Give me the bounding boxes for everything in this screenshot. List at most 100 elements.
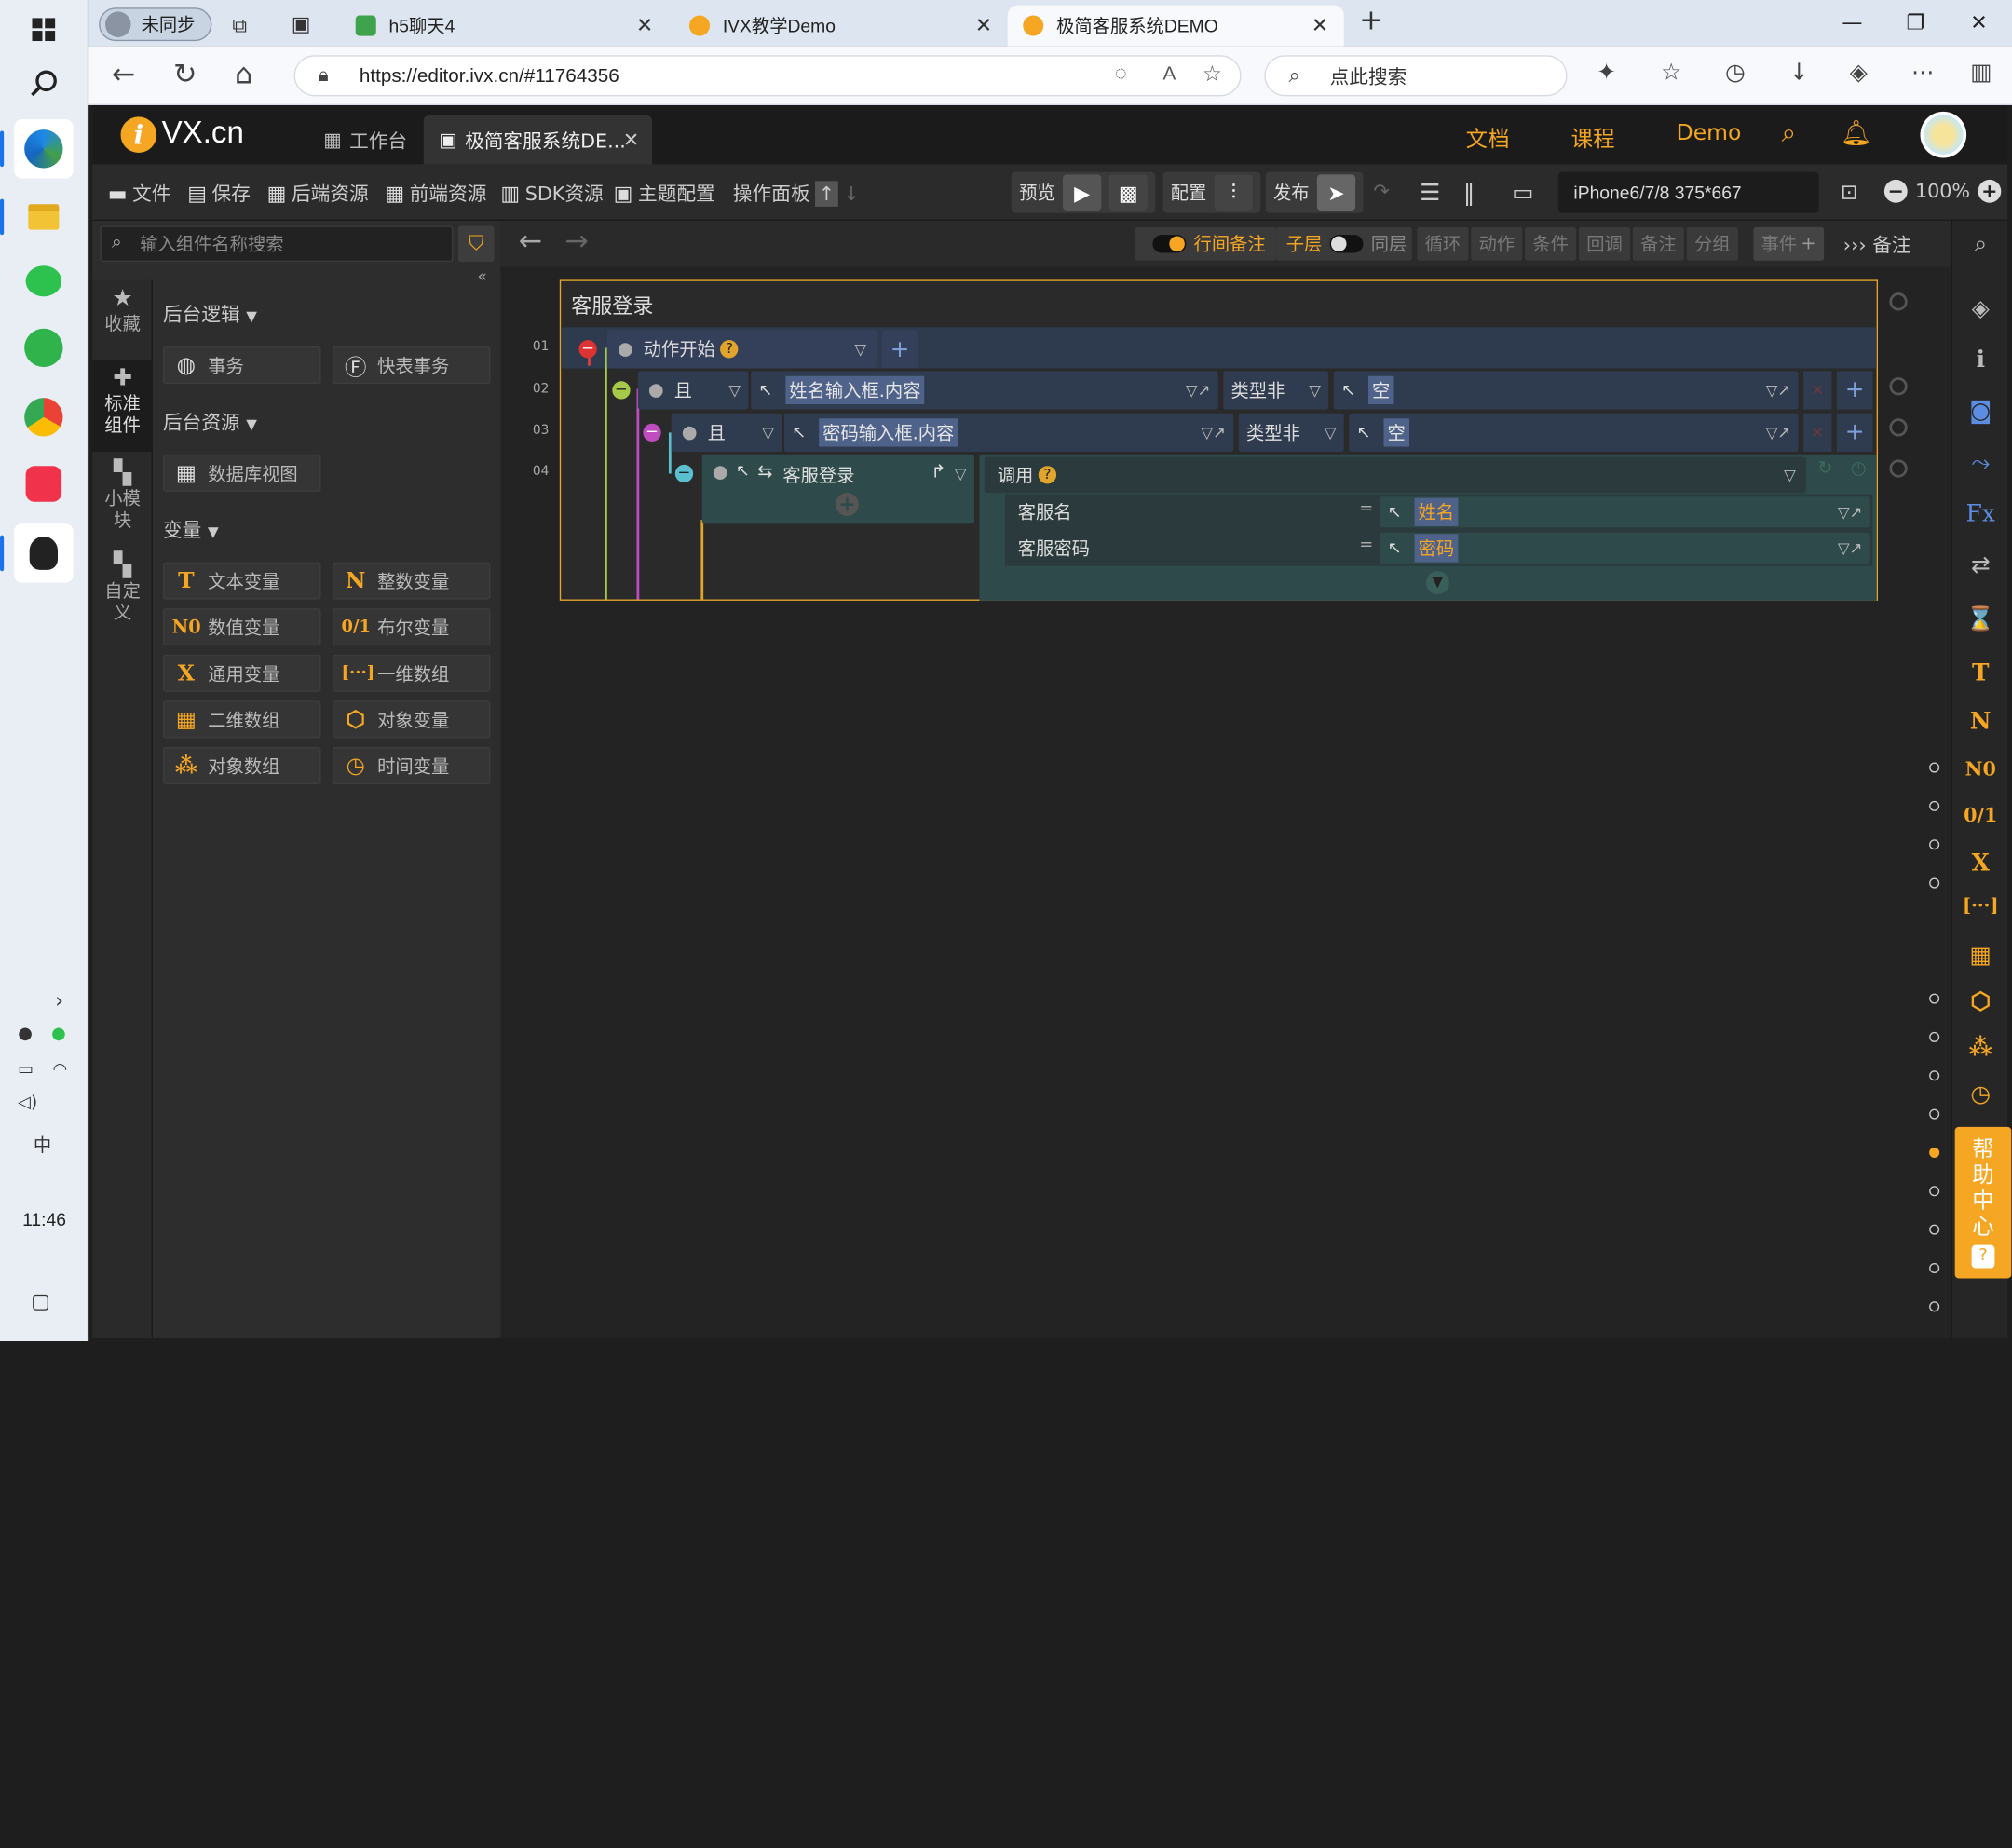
line-note-toggle[interactable]: 行间备注: [1135, 226, 1276, 261]
arrow-up-icon[interactable]: ↑: [815, 180, 838, 207]
close-icon[interactable]: ✕: [1312, 13, 1328, 39]
redo-icon[interactable]: ↷: [1373, 180, 1389, 203]
url-field[interactable]: 🔒︎ https://editor.ivx.cn/#11764356 ◌ A ☆: [293, 55, 1242, 97]
chevron-down-icon[interactable]: ▽↗: [1186, 381, 1211, 399]
play-icon[interactable]: ▶: [1062, 174, 1102, 211]
refresh-icon[interactable]: ↻: [173, 59, 197, 90]
qq-icon[interactable]: [14, 523, 74, 583]
chevron-down-icon[interactable]: ▽↗: [1766, 381, 1791, 399]
translate-icon[interactable]: ◌: [1115, 63, 1127, 87]
rail-modules[interactable]: ▚ 小模块: [92, 455, 153, 547]
ie-browser-icon[interactable]: [14, 319, 73, 377]
align-left-icon[interactable]: ☰: [1420, 180, 1440, 207]
component-text-var[interactable]: T 文本变量: [163, 562, 321, 600]
add-circle-icon[interactable]: +: [836, 492, 859, 516]
component-object-array[interactable]: ⁂ 对象数组: [163, 746, 321, 784]
user-avatar[interactable]: [1920, 111, 1967, 158]
search-icon[interactable]: [14, 54, 73, 113]
rail-favorites[interactable]: ★ 收藏: [92, 279, 153, 357]
chrome-icon[interactable]: [14, 387, 73, 446]
add-condition-icon[interactable]: +: [1836, 371, 1873, 410]
zoom-in-icon[interactable]: +: [1978, 179, 2002, 203]
more-menu-icon[interactable]: ⋯: [1911, 59, 1935, 86]
device-icon[interactable]: ▭: [1512, 180, 1533, 207]
time-icon[interactable]: ◷: [1952, 1080, 2009, 1107]
scroll-dot[interactable]: [1929, 1186, 1940, 1197]
action-start-row[interactable]: ● 动作开始 ? ▽: [606, 330, 877, 369]
component-quick-transaction[interactable]: Ⓕ 快表事务: [332, 346, 491, 385]
undo-arrow-icon[interactable]: ←: [519, 226, 542, 258]
redo-arrow-icon[interactable]: →: [564, 226, 588, 258]
insert-group[interactable]: 分组: [1686, 226, 1738, 261]
generic-variable-icon[interactable]: X: [1952, 849, 2009, 876]
help-center-button[interactable]: 帮助中心 ?: [1954, 1126, 2012, 1279]
ime-indicator[interactable]: 中: [34, 1132, 51, 1158]
taskbar-clock[interactable]: 11:46: [0, 1209, 88, 1230]
favorite-star-icon[interactable]: ☆: [1203, 61, 1222, 88]
flow-icon[interactable]: ⤳: [1952, 449, 2009, 476]
condition-target[interactable]: ↖ 姓名输入框.内容 ▽↗: [751, 371, 1218, 410]
sliders-icon[interactable]: ⫶: [1214, 174, 1253, 211]
save-button[interactable]: ▤ 保存: [187, 180, 251, 207]
breakpoint-icon[interactable]: [1889, 377, 1908, 396]
scroll-dot[interactable]: [1929, 1262, 1940, 1273]
qrcode-icon[interactable]: ▩: [1108, 174, 1148, 211]
cube-icon[interactable]: ◈: [1952, 295, 2009, 322]
notification-icon[interactable]: ▢: [31, 1289, 50, 1313]
and-operator[interactable]: ● 且 ▽: [671, 413, 782, 453]
extensions-icon[interactable]: ✦: [1597, 59, 1616, 86]
chevron-right-icon[interactable]: ›: [55, 988, 63, 1012]
component-bool-var[interactable]: 0/1 布尔变量: [332, 608, 491, 646]
bool-variable-icon[interactable]: 0/1: [1952, 804, 2009, 827]
battery-icon[interactable]: ▭: [18, 1060, 34, 1080]
download-icon[interactable]: ↓: [1789, 59, 1809, 86]
zoom-out-icon[interactable]: −: [1883, 179, 1908, 203]
scroll-dot[interactable]: [1929, 1224, 1940, 1235]
minimize-icon[interactable]: —: [1842, 10, 1862, 34]
read-aloud-icon[interactable]: A: [1162, 63, 1176, 85]
scroll-dot[interactable]: [1929, 762, 1940, 773]
delete-row-icon[interactable]: ✕: [1803, 413, 1832, 453]
windows-start-icon[interactable]: [14, 0, 73, 59]
component-array-1d[interactable]: [···] 一维数组: [332, 654, 491, 692]
collections-icon[interactable]: ⧉: [232, 13, 247, 39]
add-row-icon[interactable]: +: [881, 330, 918, 369]
file-button[interactable]: ▬ 文件: [108, 180, 171, 207]
browser-essentials-icon[interactable]: ◈: [1850, 59, 1868, 86]
array-1d-icon[interactable]: [···]: [1952, 896, 2009, 917]
rail-standard-components[interactable]: ✚ 标准组件: [92, 359, 153, 453]
insert-event[interactable]: 事件 +: [1753, 226, 1824, 261]
insert-action[interactable]: 动作: [1471, 226, 1523, 261]
tab-workbench[interactable]: ▦ 工作台: [308, 116, 423, 164]
chevron-down-icon[interactable]: ▽: [1784, 466, 1796, 483]
favorites-icon[interactable]: ☆: [1661, 59, 1681, 86]
component-array-2d[interactable]: ▦ 二维数组: [163, 700, 321, 739]
clock-icon[interactable]: ◷: [1844, 458, 1872, 489]
chat-icon[interactable]: ◙: [1952, 398, 2009, 425]
scroll-dot[interactable]: [1929, 839, 1940, 850]
collapse-icon[interactable]: −: [643, 423, 661, 442]
restore-icon[interactable]: ❐: [1906, 10, 1924, 34]
paper-plane-icon[interactable]: ➤: [1316, 174, 1356, 211]
component-search-input[interactable]: ⌕ 输入组件名称搜索: [100, 225, 454, 263]
chevron-down-icon[interactable]: ▽↗: [1838, 503, 1863, 521]
scroll-dot[interactable]: [1929, 1108, 1940, 1120]
wechat-icon[interactable]: [14, 251, 73, 310]
sdk-resource-button[interactable]: ▥ SDK资源: [500, 180, 603, 207]
help-icon[interactable]: ?: [1038, 466, 1057, 484]
scroll-dot[interactable]: [1929, 1031, 1940, 1042]
scroll-dot[interactable]: [1929, 1070, 1940, 1081]
file-explorer-icon[interactable]: [14, 187, 73, 246]
volume-icon[interactable]: ◁): [18, 1094, 37, 1113]
bell-icon[interactable]: 🔔︎: [1841, 118, 1871, 147]
category-backend-logic[interactable]: 后台逻辑 ▼: [163, 300, 257, 327]
share-arrow-icon[interactable]: ↱: [931, 462, 945, 482]
home-icon[interactable]: ⌂: [235, 59, 252, 90]
call-action[interactable]: 调用 ? ▽: [984, 456, 1806, 494]
course-link[interactable]: 课程: [1571, 121, 1615, 153]
delete-row-icon[interactable]: ✕: [1803, 371, 1832, 410]
component-db-view[interactable]: ▦ 数据库视图: [163, 454, 321, 492]
component-num-var[interactable]: N0 数值变量: [163, 608, 321, 646]
wifi-icon[interactable]: ◠: [52, 1060, 67, 1080]
swap-icon[interactable]: ⇄: [1952, 552, 2009, 579]
